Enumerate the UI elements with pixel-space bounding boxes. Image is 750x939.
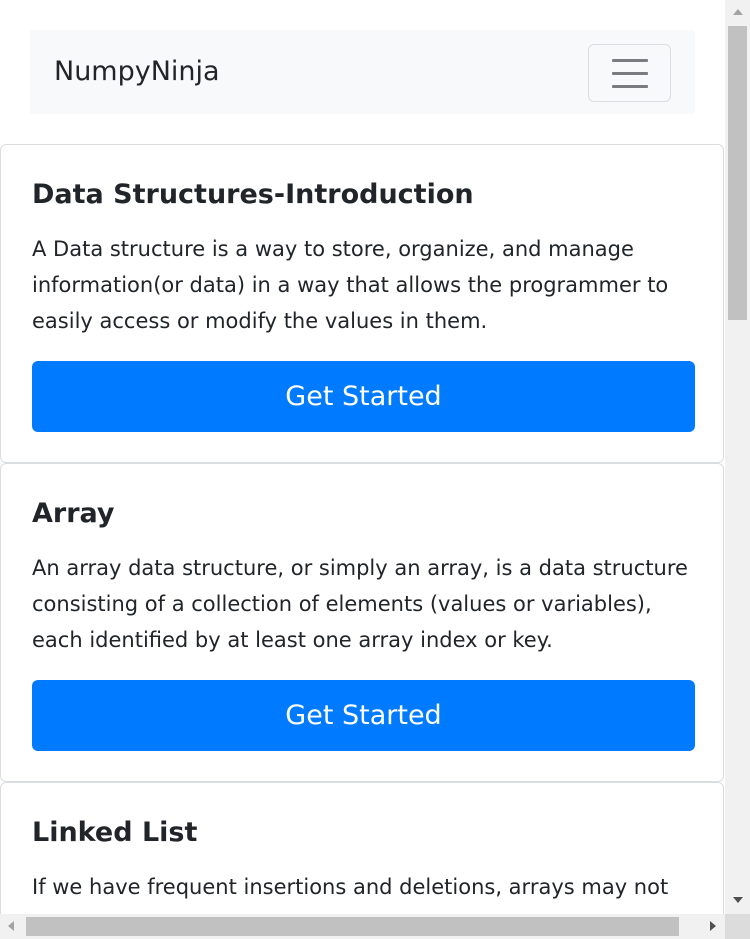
card-title: Array bbox=[32, 498, 115, 529]
card-array: Array An array data structure, or simply… bbox=[0, 463, 724, 782]
card-title: Data Structures-Introduction bbox=[32, 179, 474, 210]
scroll-down-arrow-icon[interactable] bbox=[733, 897, 743, 903]
scroll-up-arrow-icon[interactable] bbox=[733, 9, 743, 15]
page-viewport: NumpyNinja Data Structures-Introduction … bbox=[0, 0, 725, 914]
navbar: NumpyNinja bbox=[30, 30, 695, 114]
get-started-button[interactable]: Get Started bbox=[32, 361, 695, 432]
card-text: An array data structure, or simply an ar… bbox=[32, 556, 688, 652]
card-text: A Data structure is a way to store, orga… bbox=[32, 237, 669, 333]
card-data-structures-intro: Data Structures-Introduction A Data stru… bbox=[0, 144, 724, 463]
scrollbar-corner bbox=[725, 914, 750, 939]
horizontal-scroll-thumb[interactable] bbox=[26, 917, 679, 936]
brand-link[interactable]: NumpyNinja bbox=[54, 54, 220, 90]
vertical-scrollbar[interactable] bbox=[725, 0, 750, 914]
get-started-button[interactable]: Get Started bbox=[32, 680, 695, 751]
card-text: If we have frequent insertions and delet… bbox=[32, 875, 669, 899]
card-title: Linked List bbox=[32, 817, 198, 848]
scroll-right-arrow-icon[interactable] bbox=[710, 921, 716, 931]
scroll-left-arrow-icon[interactable] bbox=[8, 921, 14, 931]
card-linked-list: Linked List If we have frequent insertio… bbox=[0, 782, 724, 914]
vertical-scroll-thumb[interactable] bbox=[728, 26, 747, 320]
horizontal-scrollbar[interactable] bbox=[0, 914, 725, 939]
menu-toggle-button[interactable] bbox=[588, 44, 671, 102]
